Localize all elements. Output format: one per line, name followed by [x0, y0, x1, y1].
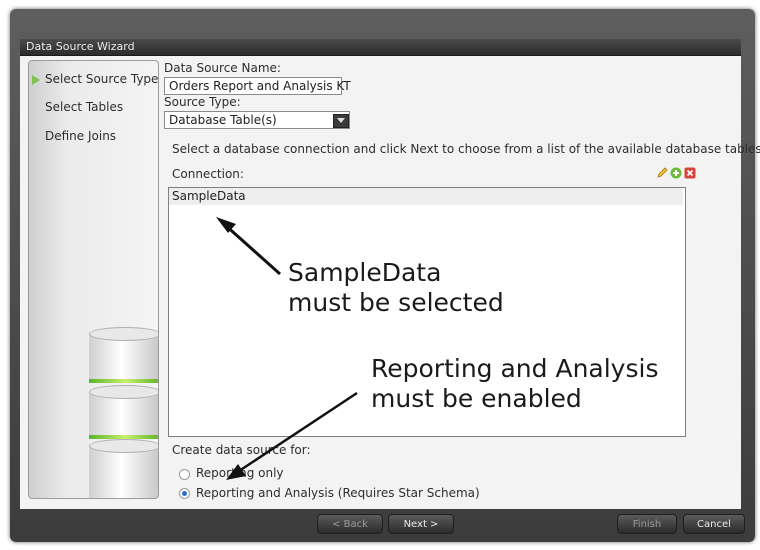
back-button[interactable]: < Back	[317, 514, 383, 534]
finish-button[interactable]: Finish	[617, 514, 677, 534]
next-button[interactable]: Next >	[388, 514, 454, 534]
cancel-button[interactable]: Cancel	[683, 514, 745, 534]
annotation-arrows	[216, 217, 358, 480]
